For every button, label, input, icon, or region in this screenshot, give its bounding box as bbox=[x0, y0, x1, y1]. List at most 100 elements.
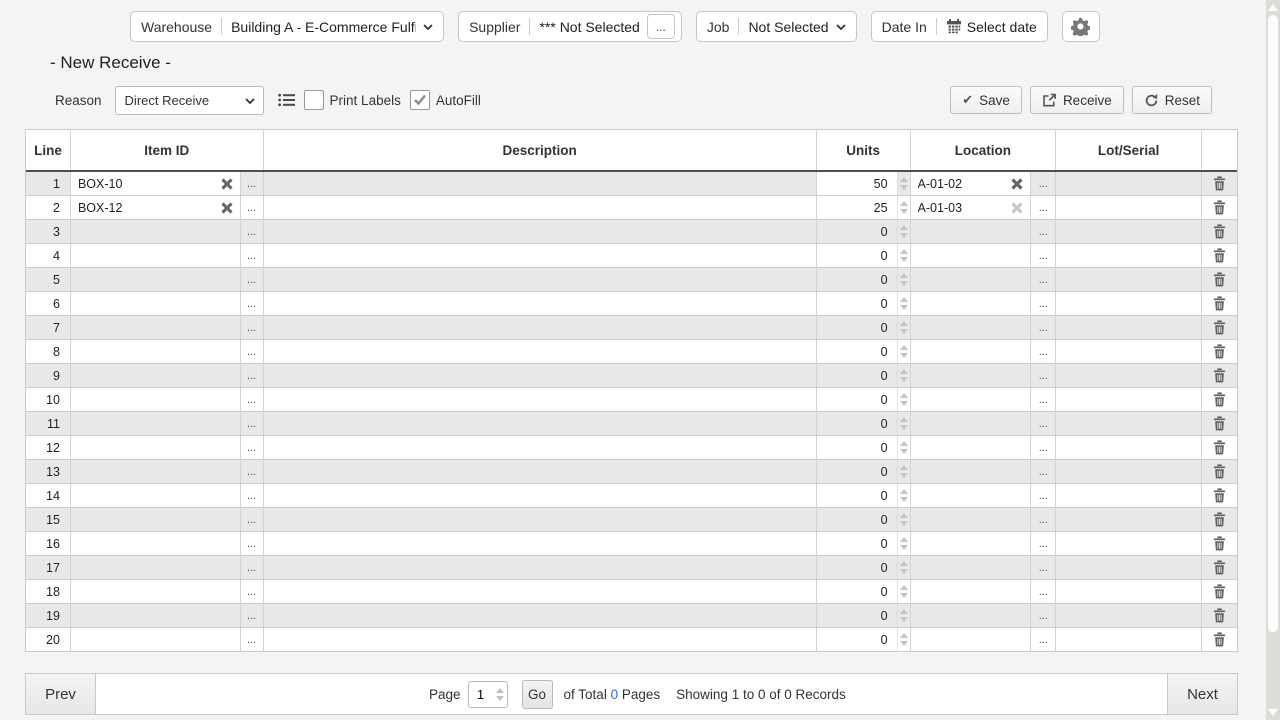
item-browse-button[interactable]: ... bbox=[241, 340, 264, 363]
location-browse-button[interactable]: ... bbox=[1031, 580, 1056, 603]
units-spinner[interactable] bbox=[897, 172, 911, 195]
lot-serial-input[interactable] bbox=[1056, 268, 1201, 291]
units-spinner[interactable] bbox=[897, 556, 911, 579]
location-input[interactable] bbox=[911, 556, 1031, 579]
units-spinner[interactable] bbox=[897, 268, 911, 291]
delete-row-button[interactable] bbox=[1202, 508, 1237, 531]
units-input[interactable] bbox=[817, 220, 897, 243]
delete-row-button[interactable] bbox=[1202, 316, 1237, 339]
location-input[interactable] bbox=[911, 628, 1031, 651]
autofill-checkbox[interactable] bbox=[410, 90, 430, 110]
item-id-input[interactable] bbox=[71, 460, 240, 483]
delete-row-button[interactable] bbox=[1202, 460, 1237, 483]
spin-up-icon[interactable] bbox=[496, 688, 504, 693]
delete-row-button[interactable] bbox=[1202, 388, 1237, 411]
units-spinner[interactable] bbox=[897, 388, 911, 411]
location-input[interactable] bbox=[911, 268, 1031, 291]
units-spinner[interactable] bbox=[897, 508, 911, 531]
location-input[interactable] bbox=[911, 436, 1031, 459]
item-browse-button[interactable]: ... bbox=[241, 292, 264, 315]
description-input[interactable] bbox=[264, 364, 816, 387]
lot-serial-input[interactable] bbox=[1056, 340, 1201, 363]
spin-up-icon[interactable] bbox=[900, 561, 908, 566]
lot-serial-input[interactable] bbox=[1056, 316, 1201, 339]
spin-down-icon[interactable] bbox=[900, 329, 908, 334]
units-input[interactable] bbox=[817, 628, 897, 651]
lot-serial-input[interactable] bbox=[1056, 556, 1201, 579]
units-spinner[interactable] bbox=[897, 532, 911, 555]
units-input[interactable] bbox=[817, 436, 897, 459]
location-browse-button[interactable]: ... bbox=[1031, 388, 1056, 411]
warehouse-select[interactable]: Building A - E-Commerce Fulfillm bbox=[231, 19, 433, 35]
page-number-spinner[interactable] bbox=[496, 682, 504, 707]
location-input[interactable] bbox=[911, 220, 1031, 243]
units-spinner[interactable] bbox=[897, 292, 911, 315]
spin-down-icon[interactable] bbox=[496, 696, 504, 701]
item-id-input[interactable] bbox=[71, 556, 240, 579]
units-spinner[interactable] bbox=[897, 460, 911, 483]
description-input[interactable] bbox=[264, 220, 816, 243]
spin-up-icon[interactable] bbox=[900, 297, 908, 302]
location-browse-button[interactable]: ... bbox=[1031, 460, 1056, 483]
item-browse-button[interactable]: ... bbox=[241, 268, 264, 291]
item-id-input[interactable] bbox=[71, 508, 240, 531]
delete-row-button[interactable] bbox=[1202, 268, 1237, 291]
description-input[interactable] bbox=[264, 460, 816, 483]
go-button[interactable]: Go bbox=[522, 680, 553, 709]
location-browse-button[interactable]: ... bbox=[1031, 628, 1056, 651]
units-spinner[interactable] bbox=[897, 196, 911, 219]
units-input[interactable] bbox=[817, 364, 897, 387]
item-browse-button[interactable]: ... bbox=[241, 532, 264, 555]
location-clear-button[interactable] bbox=[1009, 200, 1025, 216]
description-input[interactable] bbox=[264, 388, 816, 411]
location-input[interactable] bbox=[911, 316, 1031, 339]
item-id-input[interactable] bbox=[71, 196, 240, 219]
scroll-up-icon[interactable] bbox=[1268, 4, 1278, 11]
location-browse-button[interactable]: ... bbox=[1031, 316, 1056, 339]
units-spinner[interactable] bbox=[897, 364, 911, 387]
description-input[interactable] bbox=[264, 532, 816, 555]
units-input[interactable] bbox=[817, 532, 897, 555]
delete-row-button[interactable] bbox=[1202, 556, 1237, 579]
spin-up-icon[interactable] bbox=[900, 441, 908, 446]
description-input[interactable] bbox=[264, 628, 816, 651]
location-browse-button[interactable]: ... bbox=[1031, 268, 1056, 291]
spin-down-icon[interactable] bbox=[900, 593, 908, 598]
print-labels-checkbox[interactable] bbox=[304, 90, 324, 110]
location-input[interactable] bbox=[911, 388, 1031, 411]
spin-up-icon[interactable] bbox=[900, 417, 908, 422]
description-input[interactable] bbox=[264, 604, 816, 627]
spin-down-icon[interactable] bbox=[900, 185, 908, 190]
delete-row-button[interactable] bbox=[1202, 412, 1237, 435]
location-browse-button[interactable]: ... bbox=[1031, 196, 1056, 219]
description-input[interactable] bbox=[264, 412, 816, 435]
item-id-input[interactable] bbox=[71, 436, 240, 459]
spin-up-icon[interactable] bbox=[900, 585, 908, 590]
spin-down-icon[interactable] bbox=[900, 617, 908, 622]
item-id-input[interactable] bbox=[71, 532, 240, 555]
spin-up-icon[interactable] bbox=[900, 273, 908, 278]
reason-select[interactable]: Direct Receive bbox=[115, 86, 264, 115]
delete-row-button[interactable] bbox=[1202, 628, 1237, 651]
item-clear-button[interactable] bbox=[219, 200, 235, 216]
delete-row-button[interactable] bbox=[1202, 340, 1237, 363]
item-id-input[interactable] bbox=[71, 484, 240, 507]
description-input[interactable] bbox=[264, 196, 816, 219]
units-input[interactable] bbox=[817, 172, 897, 195]
spin-up-icon[interactable] bbox=[900, 537, 908, 542]
units-input[interactable] bbox=[817, 580, 897, 603]
spin-up-icon[interactable] bbox=[900, 249, 908, 254]
delete-row-button[interactable] bbox=[1202, 532, 1237, 555]
units-input[interactable] bbox=[817, 556, 897, 579]
spin-down-icon[interactable] bbox=[900, 353, 908, 358]
lot-serial-input[interactable] bbox=[1056, 196, 1201, 219]
lot-serial-input[interactable] bbox=[1056, 292, 1201, 315]
item-browse-button[interactable]: ... bbox=[241, 244, 264, 267]
delete-row-button[interactable] bbox=[1202, 364, 1237, 387]
item-id-input[interactable] bbox=[71, 244, 240, 267]
spin-down-icon[interactable] bbox=[900, 305, 908, 310]
spin-up-icon[interactable] bbox=[900, 201, 908, 206]
spin-down-icon[interactable] bbox=[900, 641, 908, 646]
spin-down-icon[interactable] bbox=[900, 281, 908, 286]
spin-up-icon[interactable] bbox=[900, 489, 908, 494]
